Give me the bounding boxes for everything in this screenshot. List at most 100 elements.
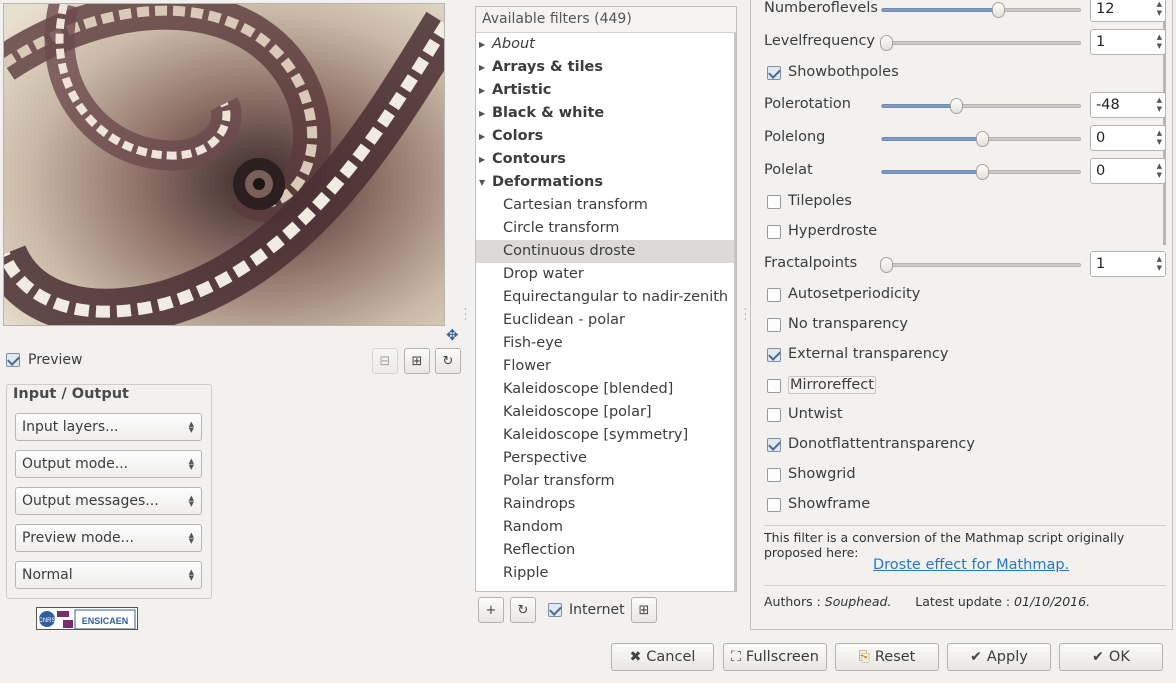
tree-filter-item[interactable]: Ripple (476, 562, 736, 585)
param-checkbox-row[interactable]: Showframe (767, 496, 870, 512)
expand-button[interactable]: ⊞ (631, 597, 657, 623)
chevron-right-icon[interactable]: ▶ (479, 33, 485, 56)
logos[interactable]: CNRS ENSICAEN (36, 607, 138, 630)
tree-filter-item[interactable]: Equirectangular to nadir-zenith (476, 286, 736, 309)
param-checkbox[interactable] (767, 347, 781, 362)
internet-toggle[interactable]: Internet (548, 602, 625, 618)
tree-filter-item[interactable]: Reflection (476, 539, 736, 562)
param-spinbox[interactable]: 12 ▲ ▼ (1090, 0, 1166, 22)
tree-filter-item[interactable]: Fish-eye (476, 332, 736, 355)
tree-category[interactable]: ▶ Artistic (476, 79, 736, 102)
zoom-in-button[interactable]: ⊞ (404, 348, 430, 374)
tree-filter-item[interactable]: Kaleidoscope [symmetry] (476, 424, 736, 447)
fullscreen-button[interactable]: ⛶ Fullscreen (723, 643, 827, 671)
tree-category[interactable]: ▶ Black & white (476, 102, 736, 125)
param-spinbox[interactable]: -48 ▲ ▼ (1090, 92, 1166, 118)
param-spinbox[interactable]: 1 ▲ ▼ (1090, 251, 1166, 277)
tree-filter-item[interactable]: Perspective (476, 447, 736, 470)
param-slider[interactable] (880, 257, 1081, 273)
param-checkbox-row[interactable]: Showgrid (767, 466, 856, 482)
param-checkbox-row[interactable]: Donotflattentransparency (767, 436, 975, 452)
param-checkbox-row[interactable]: Mirroreffect (767, 376, 876, 394)
tree-filter-item[interactable]: Euclidean - polar (476, 309, 736, 332)
tree-scrollbar[interactable] (734, 33, 736, 591)
updown-icon[interactable]: ▲ ▼ (1157, 255, 1162, 273)
updown-icon[interactable]: ▲ ▼ (1157, 96, 1162, 114)
reset-button[interactable]: ⎘ Reset (835, 643, 939, 671)
param-checkbox[interactable] (767, 317, 781, 332)
param-spinbox[interactable]: 1 ▲ ▼ (1090, 29, 1166, 55)
tree-filter-item[interactable]: Drop water (476, 263, 736, 286)
add-fave-button[interactable]: + (478, 597, 504, 623)
slider-handle[interactable] (950, 98, 963, 114)
tree-filter-item[interactable]: Cartesian transform (476, 194, 736, 217)
slider-handle[interactable] (976, 164, 989, 180)
param-checkbox-row[interactable]: External transparency (767, 346, 948, 362)
param-checkbox[interactable] (767, 65, 781, 80)
param-checkbox[interactable] (767, 407, 781, 422)
tree-category[interactable]: ▶ Colors (476, 125, 736, 148)
param-checkbox[interactable] (767, 437, 781, 452)
internet-checkbox[interactable] (548, 603, 562, 617)
preview-mode-combo[interactable]: Preview mode... ▲ ▼ (15, 524, 202, 552)
updown-icon[interactable]: ▲ ▼ (1157, 0, 1162, 18)
output-mode-combo[interactable]: Output mode... ▲ ▼ (15, 450, 202, 478)
preview-checkbox[interactable] (6, 353, 20, 367)
param-spinbox[interactable]: 0 ▲ ▼ (1090, 158, 1166, 184)
chevron-right-icon[interactable]: ▶ (479, 125, 485, 148)
filters-tree[interactable]: Available filters (449) ▶ About ▶ Arrays & … (475, 6, 737, 592)
tree-body[interactable]: ▶ About ▶ Arrays & tiles ▶ Artistic ▶ Black & w… (476, 33, 736, 585)
zoom-out-button[interactable]: ⊟ (372, 348, 398, 374)
tree-category[interactable]: ▶ Contours (476, 148, 736, 171)
param-checkbox[interactable] (767, 287, 781, 302)
param-checkbox[interactable] (767, 224, 781, 239)
chevron-right-icon[interactable]: ▶ (479, 102, 485, 125)
tree-filter-item[interactable]: Circle transform (476, 217, 736, 240)
param-checkbox[interactable] (767, 497, 781, 512)
param-checkbox[interactable] (767, 194, 781, 209)
apply-button[interactable]: ✔ Apply (947, 643, 1051, 671)
tree-category[interactable]: ▶ Arrays & tiles (476, 56, 736, 79)
slider-handle[interactable] (992, 2, 1005, 18)
param-spinbox[interactable]: 0 ▲ ▼ (1090, 125, 1166, 151)
tree-filter-item[interactable]: Flower (476, 355, 736, 378)
param-slider[interactable] (881, 98, 1081, 114)
tree-filter-item[interactable]: Polar transform (476, 470, 736, 493)
preview-toggle[interactable]: Preview (6, 352, 83, 368)
param-checkbox-row[interactable]: Hyperdroste (767, 223, 877, 239)
move-icon[interactable]: ✥ (446, 326, 459, 344)
slider-handle[interactable] (880, 35, 893, 51)
ok-button[interactable]: ✔ OK (1059, 643, 1163, 671)
param-slider[interactable] (881, 164, 1081, 180)
tree-filter-item[interactable]: Kaleidoscope [polar] (476, 401, 736, 424)
cancel-button[interactable]: ✖ Cancel (611, 643, 714, 671)
slider-handle[interactable] (880, 257, 893, 273)
tree-filter-item[interactable]: Random (476, 516, 736, 539)
updown-icon[interactable]: ▲ ▼ (1157, 129, 1162, 147)
updown-icon[interactable]: ▲ ▼ (1157, 162, 1162, 180)
tree-filter-item[interactable]: Continuous droste (476, 240, 736, 263)
refresh-preview-button[interactable]: ↻ (435, 348, 461, 374)
updown-icon[interactable]: ▲ ▼ (1157, 33, 1162, 51)
refresh-filters-button[interactable]: ↻ (510, 597, 536, 623)
param-checkbox[interactable] (767, 467, 781, 482)
input-layers-combo[interactable]: Input layers... ▲ ▼ (15, 413, 202, 441)
splitter-handle[interactable]: · · · (464, 306, 468, 325)
tree-filter-item[interactable]: Raindrops (476, 493, 736, 516)
tree-category[interactable]: ▶ About (476, 33, 736, 56)
param-checkbox-row[interactable]: Showbothpoles (767, 64, 899, 80)
splitter-handle[interactable]: · · · (744, 306, 748, 325)
param-slider[interactable] (880, 35, 1081, 51)
param-slider[interactable] (881, 2, 1081, 18)
param-checkbox-row[interactable]: No transparency (767, 316, 908, 332)
chevron-right-icon[interactable]: ▶ (479, 56, 485, 79)
param-checkbox-row[interactable]: Autosetperiodicity (767, 286, 920, 302)
param-checkbox[interactable] (767, 378, 781, 393)
preview-image[interactable] (3, 3, 445, 326)
chevron-right-icon[interactable]: ▶ (479, 79, 485, 102)
param-checkbox-row[interactable]: Untwist (767, 406, 843, 422)
droste-link[interactable]: Droste effect for Mathmap. (873, 557, 1069, 573)
tree-category[interactable]: ▼ Deformations (476, 171, 736, 194)
param-checkbox-row[interactable]: Tilepoles (767, 193, 852, 209)
chevron-down-icon[interactable]: ▼ (479, 171, 485, 194)
